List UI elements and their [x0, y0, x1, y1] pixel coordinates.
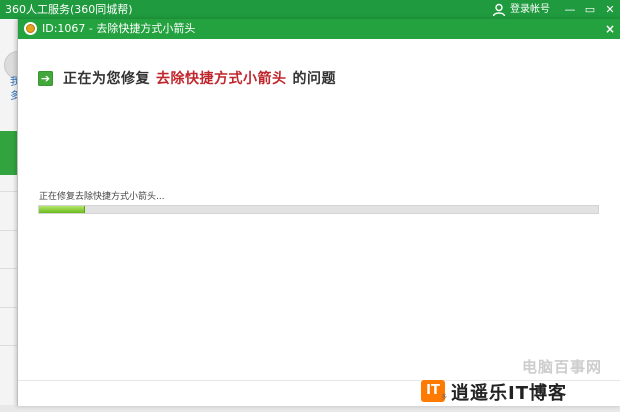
heading-prefix: 正在为您修复	[63, 71, 150, 87]
minimize-button[interactable]: —	[560, 0, 580, 19]
heading-highlight: 去除快捷方式小箭头	[156, 71, 287, 87]
repair-dialog: ID:1067 - 去除快捷方式小箭头 × ➔ 正在为您修复 去除快捷方式小箭头的…	[17, 19, 620, 406]
watermark-top: 电脑百事网	[521, 358, 602, 376]
divider	[0, 230, 18, 231]
dialog-title: ID:1067 - 去除快捷方式小箭头	[42, 22, 196, 35]
outer-window-title: 360人工服务(360同城帮)	[5, 3, 133, 16]
progress-fill	[39, 206, 85, 213]
divider	[0, 345, 18, 346]
outer-left-panel: 我 多	[0, 19, 32, 412]
outer-left-green-block	[0, 131, 18, 175]
outer-titlebar-controls: 登录帐号 — ▭ ✕	[492, 0, 620, 19]
divider	[0, 268, 18, 269]
outer-titlebar: 360人工服务(360同城帮) 登录帐号 — ▭ ✕	[0, 0, 620, 19]
user-icon	[492, 3, 506, 16]
divider	[0, 191, 18, 192]
progress-bar	[38, 205, 599, 214]
dialog-close-button[interactable]: ×	[605, 19, 615, 39]
heading-row: ➔ 正在为您修复 去除快捷方式小箭头 的问题	[38, 68, 336, 88]
arrow-right-icon: ➔	[38, 70, 53, 86]
dialog-titlebar: ID:1067 - 去除快捷方式小箭头 ×	[18, 19, 620, 39]
outer-close-button[interactable]: ✕	[600, 0, 620, 19]
status-text: 正在修复去除快捷方式小箭头...	[39, 192, 165, 202]
login-button[interactable]: 登录帐号	[492, 0, 550, 19]
watermark-small: 多	[441, 394, 448, 401]
page-heading: 正在为您修复 去除快捷方式小箭头 的问题	[63, 68, 336, 88]
login-label: 登录帐号	[510, 4, 550, 15]
outer-bottom-bar	[0, 405, 620, 412]
app-logo-icon	[24, 22, 37, 35]
heading-suffix: 的问题	[292, 71, 336, 87]
divider	[0, 307, 18, 308]
watermark-bottom: 逍遥乐IT博客	[451, 383, 567, 404]
chat-button[interactable]: ▭	[580, 0, 600, 19]
